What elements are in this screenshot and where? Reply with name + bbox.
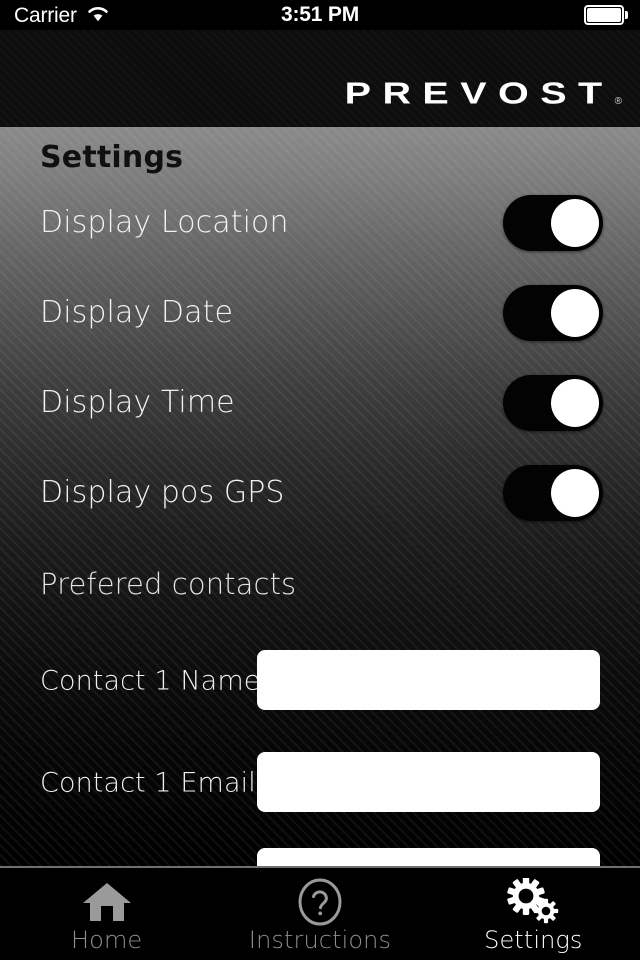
contact-1-email-input[interactable] xyxy=(257,752,600,812)
toggle-knob xyxy=(551,199,599,247)
field-row-contact-1-name: Contact 1 Name xyxy=(0,650,640,712)
field-row-contact-1-email: Contact 1 Email xyxy=(0,752,640,814)
setting-label: Display Date xyxy=(40,295,234,330)
setting-label: Display Location xyxy=(40,205,289,240)
field-row-contact-2-name xyxy=(0,848,640,866)
setting-row-display-date: Display Date xyxy=(0,282,640,344)
page-title: Settings xyxy=(40,140,184,175)
settings-content[interactable]: Settings Display Location Display Date D… xyxy=(0,127,640,866)
gears-icon xyxy=(503,878,563,926)
toggle-knob xyxy=(551,469,599,517)
toggle-display-location[interactable] xyxy=(503,195,603,251)
brand-wordmark: PREVOST xyxy=(344,77,614,111)
tab-label: Home xyxy=(71,926,143,954)
setting-label: Display Time xyxy=(40,385,235,420)
tab-settings[interactable]: Settings xyxy=(427,868,640,960)
tab-label: Instructions xyxy=(248,926,392,954)
field-label: Contact 1 Name xyxy=(40,665,261,697)
setting-row-display-location: Display Location xyxy=(0,192,640,254)
toggle-knob xyxy=(551,289,599,337)
tab-bar: Home Instructions Settings xyxy=(0,866,640,960)
toggle-knob xyxy=(551,379,599,427)
battery-full-icon xyxy=(584,5,628,25)
question-mark-circle-icon xyxy=(290,878,350,926)
status-bar: Carrier 3:51 PM xyxy=(0,0,640,30)
registered-trademark-icon: ® xyxy=(614,96,622,107)
tab-instructions[interactable]: Instructions xyxy=(213,868,426,960)
toggle-display-time[interactable] xyxy=(503,375,603,431)
setting-label: Display pos GPS xyxy=(40,475,285,510)
app-header: PREVOST ® xyxy=(0,30,640,127)
contact-1-name-input[interactable] xyxy=(257,650,600,710)
contact-2-name-input[interactable] xyxy=(257,848,600,866)
field-label: Contact 1 Email xyxy=(40,767,256,799)
home-icon xyxy=(77,878,137,926)
status-bar-right xyxy=(584,5,628,25)
tab-label: Settings xyxy=(484,926,583,954)
toggle-display-date[interactable] xyxy=(503,285,603,341)
contacts-section-heading: Prefered contacts xyxy=(40,567,297,601)
app-screen: Carrier 3:51 PM PREVOST ® Settings Displ… xyxy=(0,0,640,960)
setting-row-display-pos-gps: Display pos GPS xyxy=(0,462,640,524)
status-bar-clock: 3:51 PM xyxy=(281,3,359,26)
setting-row-display-time: Display Time xyxy=(0,372,640,434)
toggle-display-pos-gps[interactable] xyxy=(503,465,603,521)
prevost-logo: PREVOST ® xyxy=(345,71,622,109)
tab-home[interactable]: Home xyxy=(0,868,213,960)
